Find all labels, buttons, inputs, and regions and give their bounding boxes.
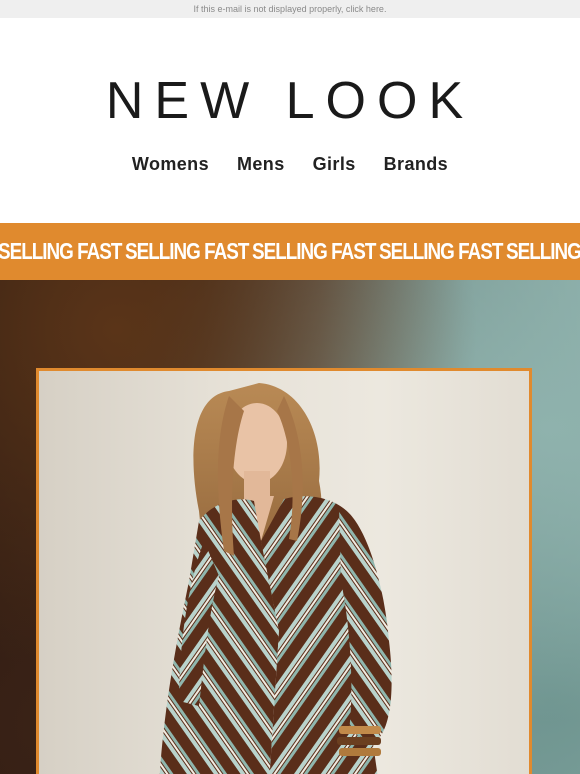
selling-fast-banner[interactable]: SELLING FAST SELLING FAST SELLING FAST S… [0,223,580,280]
preheader-bar: If this e-mail is not displayed properly… [0,0,580,18]
ticker-track: SELLING FAST SELLING FAST SELLING FAST S… [0,223,580,280]
brand-logo[interactable]: NEW LOOK [70,73,510,133]
new-look-logo-icon: NEW LOOK [106,73,474,130]
view-in-browser-link[interactable]: If this e-mail is not displayed properly… [194,4,387,14]
logo-wordmark: NEW LOOK [106,73,474,130]
hero-section[interactable] [0,280,580,774]
nav-item-brands[interactable]: Brands [384,154,448,175]
ticker-item: SELLING FAST [379,238,503,264]
ticker-item: SELLING FAST [0,238,122,264]
ticker-item: SELLING FAST [125,238,249,264]
main-nav: Womens Mens Girls Brands [0,154,580,175]
nav-item-mens[interactable]: Mens [237,154,285,175]
hero-product-image[interactable] [36,368,532,774]
email-header: NEW LOOK Womens Mens Girls Brands [0,18,580,223]
nav-item-girls[interactable]: Girls [313,154,356,175]
ticker-item: SELLING FAST [252,238,376,264]
ticker-item: SELLING FAST [506,238,580,264]
model-photo-icon [159,383,392,774]
nav-item-womens[interactable]: Womens [132,154,209,175]
